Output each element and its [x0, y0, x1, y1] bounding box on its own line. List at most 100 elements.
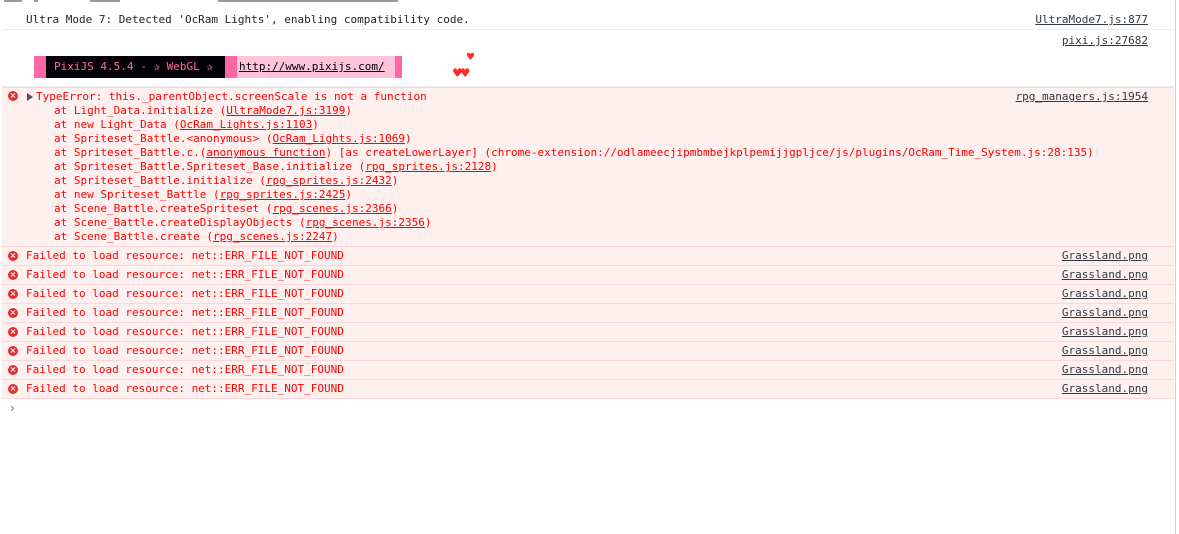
stack-frame-link[interactable]: OcRam_Lights.js:1103	[180, 118, 312, 131]
stack-frame-suffix: )	[312, 118, 319, 131]
stack-frame-link[interactable]: UltraMode7.js:3199	[226, 104, 345, 117]
error-icon: ×	[8, 289, 18, 299]
resource-error-source-link[interactable]: Grassland.png	[1062, 304, 1148, 322]
resource-error-entry: × Failed to load resource: net::ERR_FILE_…	[2, 304, 1174, 323]
stack-frame: at Spriteset_Battle.c.(anonymous functio…	[2, 146, 1174, 160]
console-panel: Ultra Mode 7: Detected 'OcRam Lights', e…	[2, 0, 1174, 534]
stack-frame-suffix: )	[332, 230, 339, 243]
resource-error-entry: × Failed to load resource: net::ERR_FILE_…	[2, 342, 1174, 361]
resource-error-entry: × Failed to load resource: net::ERR_FILE_…	[2, 361, 1174, 380]
expand-triangle-icon[interactable]	[27, 93, 33, 101]
stack-frame: at new Spriteset_Battle (rpg_sprites.js:…	[2, 188, 1174, 202]
error-icon: ×	[8, 384, 18, 394]
log-message-text: Ultra Mode 7: Detected 'OcRam Lights', e…	[26, 13, 470, 26]
stack-frame: at Spriteset_Battle.initialize (rpg_spri…	[2, 174, 1174, 188]
resource-error-entry: × Failed to load resource: net::ERR_FILE_…	[2, 323, 1174, 342]
resource-error-entry: × Failed to load resource: net::ERR_FILE_…	[2, 266, 1174, 285]
log-source-link[interactable]: UltraMode7.js:877	[1035, 10, 1148, 29]
stack-frame-link[interactable]: rpg_scenes.js:2247	[213, 230, 332, 243]
stack-frame: at Scene_Battle.createDisplayObjects (rp…	[2, 216, 1174, 230]
type-error-message: TypeError: this._parentObject.screenScal…	[36, 90, 427, 103]
resource-error-message: Failed to load resource: net::ERR_FILE_N…	[26, 249, 344, 262]
pixi-banner: PixiJS 4.5.4 - ✰ WebGL ✰ http://www.pixi…	[34, 56, 402, 78]
resource-error-entry: × Failed to load resource: net::ERR_FILE_…	[2, 247, 1174, 266]
stack-frame-suffix: )	[391, 174, 399, 187]
resource-error-source-link[interactable]: Grassland.png	[1062, 380, 1148, 398]
error-icon: ×	[8, 270, 18, 280]
console-prompt[interactable]: ›	[2, 399, 1174, 419]
resource-error-message: Failed to load resource: net::ERR_FILE_N…	[26, 325, 344, 338]
hearts-icon: ♥♥	[452, 66, 470, 80]
stack-frame-text: at Spriteset_Battle.initialize (	[54, 174, 266, 187]
banner-label: PixiJS 4.5.4 - ✰ WebGL ✰	[46, 56, 225, 78]
resource-error-entry: × Failed to load resource: net::ERR_FILE_…	[2, 285, 1174, 304]
hearts-decoration: ♥ ♥♥	[452, 50, 482, 86]
resource-error-message: Failed to load resource: net::ERR_FILE_N…	[26, 344, 344, 357]
banner-pink-block	[224, 56, 237, 78]
error-icon: ×	[8, 308, 18, 318]
stack-frame-link[interactable]: rpg_sprites.js:2425	[220, 188, 346, 201]
pixi-source-link[interactable]: pixi.js:27682	[1062, 32, 1148, 50]
type-error-header[interactable]: × TypeError: this._parentObject.screenSc…	[2, 88, 1174, 104]
stack-frame-suffix: )	[405, 132, 412, 145]
stack-frame-suffix: )	[424, 216, 432, 229]
stack-frame-text: at Spriteset_Battle.<anonymous> (	[54, 132, 273, 145]
resource-error-source-link[interactable]: Grassland.png	[1062, 285, 1148, 303]
stack-frame: at Light_Data.initialize (UltraMode7.js:…	[2, 104, 1174, 118]
stack-frame-text: at Scene_Battle.createDisplayObjects (	[54, 216, 306, 229]
error-icon: ×	[8, 91, 18, 101]
resource-error-entry: × Failed to load resource: net::ERR_FILE_…	[2, 380, 1174, 399]
stack-frame-suffix: )	[491, 160, 498, 173]
resource-error-list: ×Failed to load resource: net::ERR_FILE_…	[2, 247, 1174, 399]
stack-frame: at Spriteset_Battle.<anonymous> (OcRam_L…	[2, 132, 1174, 146]
heart-icon: ♥	[466, 52, 475, 63]
pixi-banner-row: PixiJS 4.5.4 - ✰ WebGL ✰ http://www.pixi…	[2, 50, 1174, 87]
stack-frame-link[interactable]: rpg_sprites.js:2128	[365, 160, 491, 173]
banner-pink-block	[34, 56, 46, 78]
resource-error-message: Failed to load resource: net::ERR_FILE_N…	[26, 382, 344, 395]
stack-frame: at Spriteset_Battle.Spriteset_Base.initi…	[2, 160, 1174, 174]
stack-frame-text: at Light_Data.initialize (	[54, 104, 227, 117]
error-icon: ×	[8, 365, 18, 375]
resource-error-source-link[interactable]: Grassland.png	[1062, 247, 1148, 265]
stack-frame-text: at Spriteset_Battle.Spriteset_Base.initi…	[54, 160, 366, 173]
resource-error-message: Failed to load resource: net::ERR_FILE_N…	[26, 287, 344, 300]
banner-url-link[interactable]: http://www.pixijs.com/	[239, 60, 385, 73]
resource-error-message: Failed to load resource: net::ERR_FILE_N…	[26, 363, 344, 376]
resource-error-source-link[interactable]: Grassland.png	[1062, 323, 1148, 341]
stack-frame-suffix: )	[345, 104, 353, 117]
stack-frame: at Scene_Battle.createSpriteset (rpg_sce…	[2, 202, 1174, 216]
resource-error-source-link[interactable]: Grassland.png	[1062, 342, 1148, 360]
error-icon: ×	[8, 251, 18, 261]
stack-frame-suffix: )	[391, 202, 399, 215]
stack-trace: at Light_Data.initialize (UltraMode7.js:…	[2, 104, 1174, 246]
stack-frame-text: at Scene_Battle.createSpriteset (	[54, 202, 273, 215]
type-error-source-link[interactable]: rpg_managers.js:1954	[1016, 90, 1148, 104]
error-icon: ×	[8, 346, 18, 356]
stack-frame-link[interactable]: OcRam_Lights.js:1069	[273, 132, 405, 145]
stack-frame-link[interactable]: anonymous function	[206, 146, 325, 159]
log-message: Ultra Mode 7: Detected 'OcRam Lights', e…	[2, 10, 1174, 30]
stack-frame-link[interactable]: rpg_sprites.js:2432	[266, 174, 392, 187]
error-icon: ×	[8, 327, 18, 337]
log-message-pixi: pixi.js:27682	[2, 32, 1174, 50]
stack-frame: at new Light_Data (OcRam_Lights.js:1103)	[2, 118, 1174, 132]
stack-frame-link[interactable]: rpg_scenes.js:2366	[273, 202, 392, 215]
prompt-chevron-icon: ›	[10, 401, 15, 415]
banner-pink-block	[394, 56, 402, 78]
stack-frame-suffix: ) [as createLowerLayer] (chrome-extensio…	[325, 146, 1094, 159]
resource-error-source-link[interactable]: Grassland.png	[1062, 266, 1148, 284]
stack-frame-link[interactable]: rpg_scenes.js:2356	[306, 216, 425, 229]
resource-error-message: Failed to load resource: net::ERR_FILE_N…	[26, 268, 344, 281]
stack-frame-text: at new Spriteset_Battle (	[54, 188, 220, 201]
stack-frame-suffix: )	[345, 188, 353, 201]
type-error-entry: × TypeError: this._parentObject.screenSc…	[2, 87, 1174, 247]
banner-url-block: http://www.pixijs.com/	[236, 56, 395, 78]
scrollbar-track[interactable]	[1175, 0, 1179, 534]
stack-frame-text: at Spriteset_Battle.c.(	[54, 146, 207, 159]
stack-frame-text: at new Light_Data (	[54, 118, 180, 131]
resource-error-source-link[interactable]: Grassland.png	[1062, 361, 1148, 379]
resource-error-message: Failed to load resource: net::ERR_FILE_N…	[26, 306, 344, 319]
stack-frame-text: at Scene_Battle.create (	[54, 230, 213, 243]
stack-frame: at Scene_Battle.create (rpg_scenes.js:22…	[2, 230, 1174, 244]
